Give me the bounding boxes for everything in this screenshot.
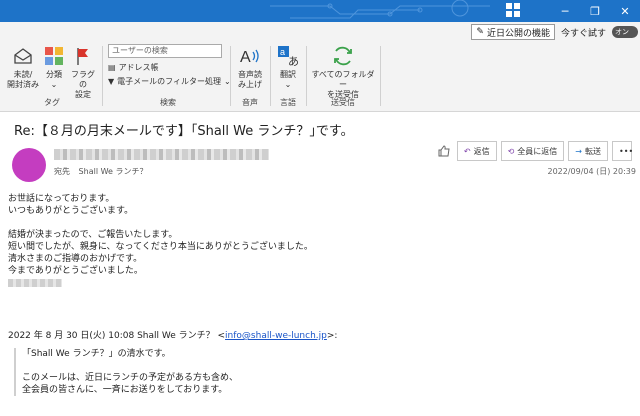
flag-button[interactable]: フラグの 設定 xyxy=(68,44,98,100)
speech-group: A 音声読 み上げ 音声 xyxy=(232,42,268,110)
recent-features-button[interactable]: ✎ 近日公開の機能 xyxy=(471,24,555,40)
sync-icon xyxy=(310,44,376,68)
svg-text:あ: あ xyxy=(288,55,299,67)
like-icon[interactable] xyxy=(435,141,453,161)
chevron-down-icon: ⌄ xyxy=(50,80,58,89)
quote-line: 全会員の皆さんに、一斉にお送りをしております。 xyxy=(22,385,228,395)
svg-text:A: A xyxy=(240,49,251,66)
try-now-label: 今すぐ試す xyxy=(560,28,606,39)
envelope-open-icon xyxy=(6,44,40,68)
ribbon: ✎ 近日公開の機能 今すぐ試す オン 未読/ 開封済み 分類 ⌄ フラグの 設定 xyxy=(0,22,640,112)
mail-actions: ↶ 返信 ⟲ 全員に返信 → 転送 ••• xyxy=(435,141,634,161)
ribbon-separator xyxy=(270,46,271,106)
sender-name-redacted xyxy=(54,149,269,160)
address-book-icon: ▤ xyxy=(108,63,116,72)
quoted-message: 「Shall We ランチ？」の清水です。 このメールは、近日にランチの予定があ… xyxy=(14,348,614,396)
minimize-button[interactable]: ─ xyxy=(550,0,580,22)
send-receive-all-button[interactable]: すべてのフォルダー を送受信 xyxy=(310,44,376,100)
sender-email-link[interactable]: info@shall-we-lunch.jp xyxy=(225,331,327,341)
pen-icon: ✎ xyxy=(476,27,484,37)
color-categories-icon xyxy=(42,44,66,68)
address-book-button[interactable]: ▤ アドレス帳 xyxy=(108,62,159,73)
received-datetime: 2022/09/04 (日) 20:39 xyxy=(547,167,637,176)
body-line: いつもありがとうございます。 xyxy=(8,206,134,216)
read-aloud-icon: A xyxy=(234,44,266,68)
title-bar: ─ ❐ ✕ xyxy=(0,0,640,22)
categorize-button[interactable]: 分類 ⌄ xyxy=(42,44,66,90)
body-line: 清水さまのご指導のおかげです。 xyxy=(8,254,143,264)
search-group: ユーザーの検索 ▤ アドレス帳 ▼ 電子メールのフィルター処理 ⌄ 検索 xyxy=(108,44,231,107)
reply-icon: ↶ xyxy=(463,146,471,156)
forward-button[interactable]: → 転送 xyxy=(568,141,608,161)
filter-email-button[interactable]: ▼ 電子メールのフィルター処理 ⌄ xyxy=(108,76,231,87)
ribbon-separator xyxy=(102,46,103,106)
circuit-pattern-decoration xyxy=(270,0,490,19)
body-line: 結婚が決まったので、ご報告いたします。 xyxy=(8,230,178,240)
body-line: お世話になっております。 xyxy=(8,194,115,204)
body-line: 短い間でしたが、親身に、なってくださり本当にありがとうございました。 xyxy=(8,242,313,252)
quote-line: このメールは、近日にランチの予定がある方も含め、 xyxy=(22,373,239,383)
recipient-name[interactable]: Shall We ランチ？ xyxy=(79,167,148,176)
svg-text:a: a xyxy=(280,47,285,57)
reply-button[interactable]: ↶ 返信 xyxy=(456,141,497,161)
translate-icon: aあ xyxy=(274,44,302,68)
signature-redacted xyxy=(8,279,62,287)
sender-avatar[interactable] xyxy=(12,148,46,182)
send-receive-group: すべてのフォルダー を送受信 送受信 xyxy=(308,42,378,110)
body-line: 今までありがとうございました。 xyxy=(8,266,143,276)
language-group: aあ 翻訳 ⌄ 言語 xyxy=(272,42,304,110)
people-search-input[interactable]: ユーザーの検索 xyxy=(108,44,222,58)
ribbon-separator xyxy=(306,46,307,106)
tags-group: 未読/ 開封済み 分類 ⌄ フラグの 設定 タグ xyxy=(4,42,100,110)
forward-icon: → xyxy=(575,146,582,156)
flag-icon xyxy=(68,44,98,68)
reply-all-icon: ⟲ xyxy=(507,146,515,156)
reply-all-button[interactable]: ⟲ 全員に返信 xyxy=(500,141,565,161)
toggle-switch[interactable]: オン xyxy=(612,26,638,38)
restore-button[interactable]: ❐ xyxy=(580,0,610,22)
ribbon-separator xyxy=(380,46,381,106)
recipient-line: 宛先 Shall We ランチ？ xyxy=(54,167,148,176)
chevron-down-icon: ⌄ xyxy=(284,80,292,89)
ellipsis-icon: ••• xyxy=(619,146,634,156)
quote-line: 「Shall We ランチ？」の清水です。 xyxy=(22,349,171,359)
close-button[interactable]: ✕ xyxy=(610,0,640,22)
ribbon-separator xyxy=(230,46,231,106)
more-options-button[interactable]: ••• xyxy=(612,141,634,161)
translate-button[interactable]: aあ 翻訳 ⌄ xyxy=(274,44,302,90)
mail-body: お世話になっております。 いつもありがとうございます。 結婚が決まったので、ご報… xyxy=(8,193,628,287)
unread-read-button[interactable]: 未読/ 開封済み xyxy=(6,44,40,90)
read-aloud-button[interactable]: A 音声読 み上げ xyxy=(234,44,266,90)
filter-icon: ▼ xyxy=(108,77,115,86)
app-grid-icon[interactable] xyxy=(506,3,520,17)
quote-header: 2022 年 8 月 30 日(火) 10:08 Shall We ランチ？ <… xyxy=(8,331,338,341)
mail-subject: Re:【８月の月末メールです】｢Shall We ランチ？｣です。 xyxy=(14,124,354,139)
